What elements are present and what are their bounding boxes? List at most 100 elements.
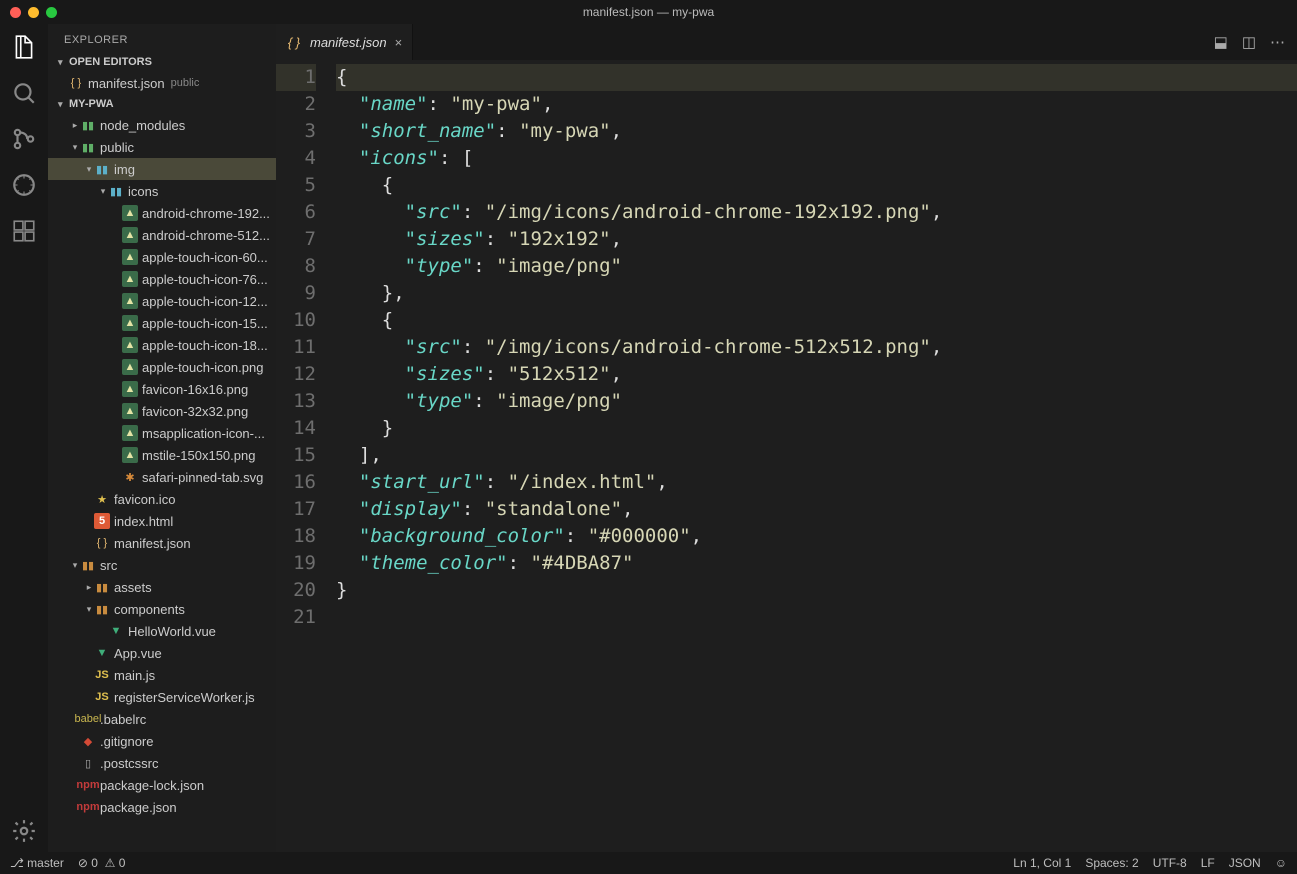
sidebar-title: EXPLORER [48,24,276,52]
extensions-icon[interactable] [11,218,37,244]
folder-icon: ▮▮ [94,161,110,177]
open-editors-header[interactable]: ▾ OPEN EDITORS [48,52,276,72]
tree-item[interactable]: ▲ apple-touch-icon-15... [48,312,276,334]
tree-item-label: apple-touch-icon.png [142,360,263,375]
title-bar: manifest.json — my-pwa [0,0,1297,24]
editor-actions: ⬓ ◫ ⋯ [1214,24,1297,60]
folder-icon: ▮▮ [80,557,96,573]
tree-item[interactable]: ✱safari-pinned-tab.svg [48,466,276,488]
tree-item-label: App.vue [114,646,162,661]
image-icon: ▲ [122,337,138,353]
close-tab-icon[interactable]: × [395,35,403,50]
open-editor-name: manifest.json [88,76,165,91]
tree-item[interactable]: ★favicon.ico [48,488,276,510]
tree-item[interactable]: ▲android-chrome-512... [48,224,276,246]
tree-item[interactable]: ▲ msapplication-icon-... [48,422,276,444]
search-icon[interactable] [11,80,37,106]
babel-icon: babel [80,711,96,727]
js-icon: JS [94,667,110,683]
image-icon: ▲ [122,249,138,265]
image-icon: ▲ [122,227,138,243]
tree-item-label: apple-touch-icon-18... [142,338,268,353]
encoding[interactable]: UTF-8 [1153,856,1187,870]
cursor-position[interactable]: Ln 1, Col 1 [1013,856,1071,870]
twisty-icon: ▾ [70,142,80,153]
tree-item-label: icons [128,184,158,199]
settings-gear-icon[interactable] [11,818,37,844]
tree-item[interactable]: ▲apple-touch-icon-76... [48,268,276,290]
project-header[interactable]: ▾ MY-PWA [48,94,276,114]
tree-item-label: .babelrc [100,712,146,727]
twisty-icon: ▾ [70,560,80,571]
project-label: MY-PWA [69,98,114,110]
tree-item[interactable]: ▼HelloWorld.vue [48,620,276,642]
tree-item-label: .postcssrc [100,756,159,771]
json-icon: { } [94,535,110,551]
tree-item-label: mstile-150x150.png [142,448,255,463]
tree-item[interactable]: ▲mstile-150x150.png [48,444,276,466]
language-mode[interactable]: JSON [1229,856,1261,870]
image-icon: ▲ [122,425,138,441]
tree-item-label: msapplication-icon-... [142,426,265,441]
folder-icon: ▮▮ [94,601,110,617]
file-icon: ▯ [80,755,96,771]
source-control-icon[interactable] [11,126,37,152]
tree-item[interactable]: npm package.json [48,796,276,818]
indentation[interactable]: Spaces: 2 [1085,856,1138,870]
window-title: manifest.json — my-pwa [0,5,1297,19]
tree-item[interactable]: ▾▮▮ components [48,598,276,620]
image-icon: ▲ [122,315,138,331]
tree-item[interactable]: ▲favicon-32x32.png [48,400,276,422]
tree-item[interactable]: ▾▮▮src [48,554,276,576]
split-editor-icon[interactable]: ◫ [1242,33,1256,51]
tree-item[interactable]: ▲android-chrome-192... [48,202,276,224]
image-icon: ▲ [122,359,138,375]
npm-icon: npm [80,799,96,815]
tree-item[interactable]: ▲favicon-16x16.png [48,378,276,400]
open-editor-path: public [171,77,200,89]
tree-item[interactable]: ▲apple-touch-icon-12... [48,290,276,312]
twisty-icon: ▸ [84,582,94,593]
problems-indicator[interactable]: ⊘ 0 ⚠ 0 [78,856,126,870]
tree-item-label: apple-touch-icon-60... [142,250,268,265]
vue-icon: ▼ [108,623,124,639]
tree-item-label: package.json [100,800,177,815]
tree-item-label: apple-touch-icon-15... [142,316,268,331]
feedback-icon[interactable]: ☺ [1275,856,1287,870]
tree-item-label: favicon-32x32.png [142,404,248,419]
tree-item[interactable]: ▾▮▮public [48,136,276,158]
tree-item[interactable]: ▯ .postcssrc [48,752,276,774]
git-icon: ◆ [80,733,96,749]
tree-item[interactable]: ▸▮▮assets [48,576,276,598]
eol[interactable]: LF [1201,856,1215,870]
line-gutter: 123456789101112131415161718192021 [276,60,336,852]
tree-item[interactable]: { }manifest.json [48,532,276,554]
tree-item[interactable]: babel .babelrc [48,708,276,730]
tree-item[interactable]: ▸▮▮node_modules [48,114,276,136]
tree-item[interactable]: npmpackage-lock.json [48,774,276,796]
more-actions-icon[interactable]: ⋯ [1270,33,1285,51]
twisty-icon: ▾ [84,604,94,615]
open-editor-item[interactable]: { } manifest.json public [48,72,276,94]
explorer-icon[interactable] [11,34,37,60]
tree-item[interactable]: ▲ apple-touch-icon-60... [48,246,276,268]
tree-item[interactable]: ▼ App.vue [48,642,276,664]
twisty-icon: ▾ [84,164,94,175]
tree-item[interactable]: ◆.gitignore [48,730,276,752]
vue-icon: ▼ [94,645,110,661]
tab-manifest[interactable]: { } manifest.json × [276,24,413,60]
branch-indicator[interactable]: ⎇ master [10,856,64,870]
tree-item[interactable]: ▲ apple-touch-icon-18... [48,334,276,356]
tree-item[interactable]: 5index.html [48,510,276,532]
tree-item[interactable]: JSregisterServiceWorker.js [48,686,276,708]
tree-item[interactable]: ▾▮▮img [48,158,276,180]
tree-item-label: components [114,602,185,617]
code-editor[interactable]: 123456789101112131415161718192021 { "nam… [276,60,1297,852]
split-diff-icon[interactable]: ⬓ [1214,33,1228,51]
tree-item[interactable]: JSmain.js [48,664,276,686]
debug-icon[interactable] [11,172,37,198]
folder-icon: ▮▮ [80,139,96,155]
tree-item[interactable]: ▾▮▮icons [48,180,276,202]
editor-area: { } manifest.json × ⬓ ◫ ⋯ 12345678910111… [276,24,1297,852]
tree-item[interactable]: ▲ apple-touch-icon.png [48,356,276,378]
